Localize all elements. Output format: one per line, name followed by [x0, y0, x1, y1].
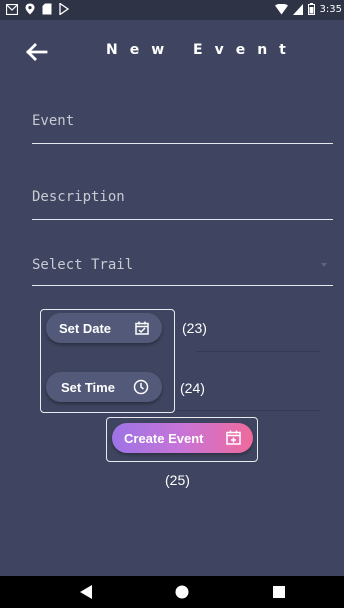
- date-value-line: [196, 351, 320, 352]
- calendar-check-icon: [135, 321, 149, 335]
- play-store-icon: [59, 3, 69, 15]
- time-value-line: [176, 410, 320, 411]
- screen: 3:35 New Event Event Description Select …: [0, 0, 344, 608]
- annotation-23: (23): [182, 320, 207, 336]
- event-field[interactable]: Event: [32, 113, 333, 144]
- calendar-plus-icon: [226, 430, 241, 445]
- description-field-label: Description: [32, 189, 125, 205]
- set-date-label: Set Date: [59, 321, 112, 336]
- wifi-icon: [274, 3, 288, 14]
- nav-home-icon[interactable]: [162, 576, 202, 608]
- battery-icon: [307, 3, 315, 15]
- trail-select[interactable]: Select Trail: [32, 257, 333, 286]
- status-right-icons: 3:35: [274, 3, 342, 15]
- nav-back-icon[interactable]: [66, 576, 106, 608]
- annotation-24: (24): [180, 380, 205, 396]
- set-time-button[interactable]: Set Time: [46, 372, 162, 402]
- trail-select-label: Select Trail: [32, 257, 134, 273]
- nav-recents-icon[interactable]: [259, 576, 299, 608]
- arrow-left-icon[interactable]: [26, 43, 48, 61]
- status-bar: 3:35: [0, 0, 344, 20]
- description-field[interactable]: Description: [32, 189, 333, 220]
- dropdown-arrow-icon: [321, 263, 327, 267]
- navigation-bar: [0, 576, 344, 608]
- clock-icon: [133, 379, 149, 395]
- create-event-button[interactable]: Create Event: [112, 423, 253, 453]
- status-time: 3:35: [319, 3, 342, 15]
- sd-card-icon: [42, 3, 52, 15]
- signal-icon: [292, 3, 303, 15]
- status-left-icons: [6, 3, 69, 15]
- app-bar: New Event: [0, 20, 344, 76]
- location-icon: [25, 3, 35, 15]
- gmail-icon: [6, 3, 18, 15]
- create-event-label: Create Event: [124, 431, 204, 446]
- set-date-button[interactable]: Set Date: [46, 313, 162, 343]
- set-time-label: Set Time: [61, 380, 115, 395]
- page-title: New Event: [106, 42, 298, 58]
- annotation-25: (25): [165, 472, 190, 488]
- event-field-label: Event: [32, 113, 75, 129]
